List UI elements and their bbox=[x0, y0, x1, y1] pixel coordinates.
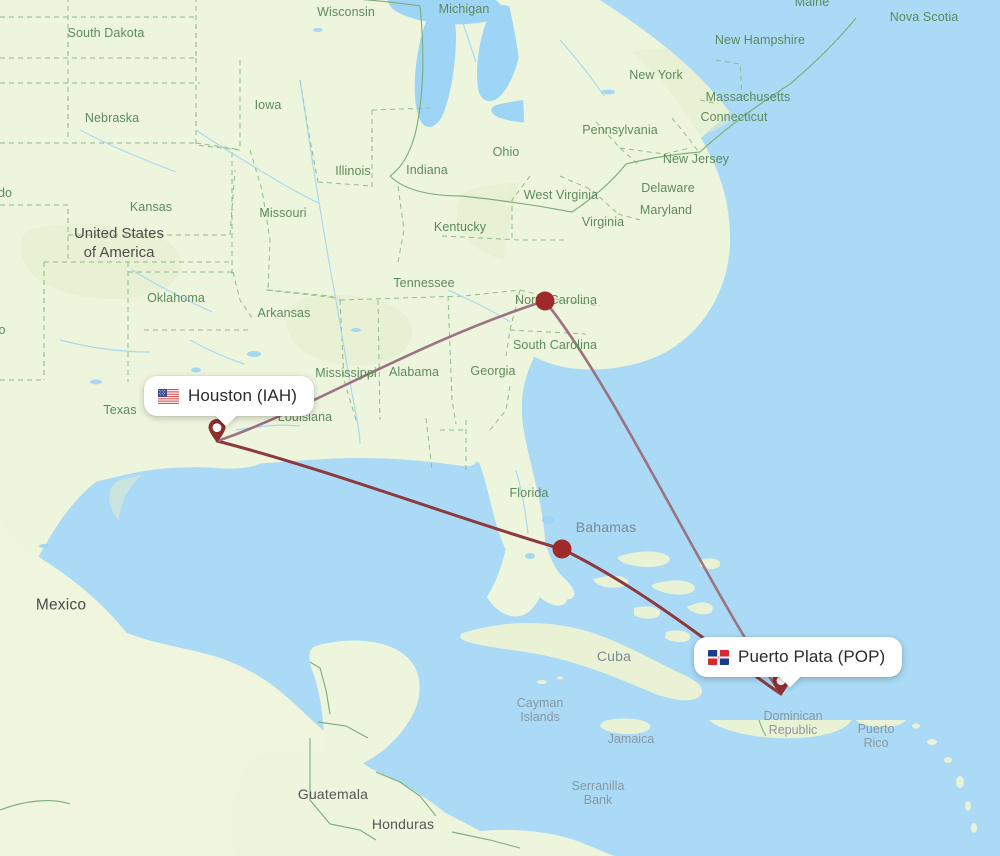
airport-label-puerto-plata: Puerto Plata (POP) bbox=[738, 647, 886, 666]
waypoint-north-carolina[interactable] bbox=[535, 291, 555, 311]
waypoint-florida[interactable] bbox=[552, 539, 572, 559]
us-flag-icon bbox=[158, 388, 179, 404]
airport-callout-houston[interactable]: Houston (IAH) bbox=[144, 376, 315, 427]
pin-center-icon bbox=[212, 423, 222, 432]
airport-callout-puerto-plata[interactable]: Puerto Plata (POP) bbox=[694, 637, 903, 688]
airport-label-houston: Houston (IAH) bbox=[188, 386, 298, 405]
map-canvas bbox=[0, 0, 1000, 856]
flight-route-map[interactable]: South Dakota Wisconsin Michigan Maine Nova S… bbox=[0, 0, 1000, 856]
do-flag-icon bbox=[708, 649, 729, 665]
